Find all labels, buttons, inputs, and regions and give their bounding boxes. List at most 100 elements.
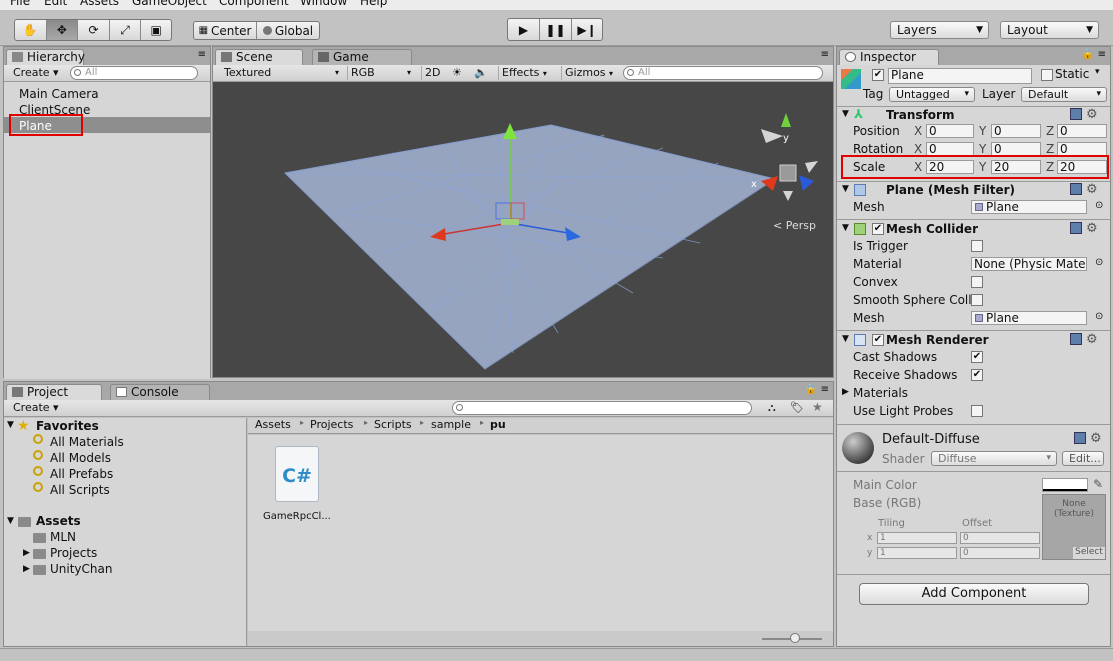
help-book-icon[interactable] bbox=[1070, 222, 1082, 234]
pause-button-icon[interactable]: ❚❚ bbox=[540, 19, 572, 40]
favorite-all-models[interactable]: All Models bbox=[50, 451, 111, 465]
gear-icon[interactable]: ⚙ bbox=[1086, 332, 1098, 347]
expand-arrow-icon[interactable]: ▼ bbox=[7, 420, 14, 430]
scene-viewport[interactable]: y x < Persp bbox=[213, 83, 833, 377]
tiling-x-field[interactable]: 1 bbox=[877, 532, 957, 544]
pivot-center-button[interactable]: ▦ Center bbox=[194, 22, 257, 39]
mesh-renderer-enabled-checkbox[interactable]: ✔ bbox=[872, 334, 884, 346]
static-dropdown-icon[interactable]: ▾ bbox=[1095, 67, 1100, 77]
play-button-icon[interactable]: ▶ bbox=[508, 19, 540, 40]
shader-dropdown[interactable]: Diffuse ▾ bbox=[931, 451, 1057, 466]
menu-help[interactable]: Help bbox=[360, 0, 387, 8]
rotation-z-field[interactable]: 0 bbox=[1057, 142, 1107, 156]
tag-dropdown[interactable]: Untagged ▾ bbox=[889, 87, 975, 102]
object-name-field[interactable]: Plane bbox=[888, 68, 1032, 84]
shader-edit-button[interactable]: Edit... bbox=[1062, 451, 1104, 466]
render-mode-dropdown[interactable]: RGB ▾ bbox=[347, 66, 413, 80]
menu-window[interactable]: Window bbox=[300, 0, 347, 8]
layer-dropdown[interactable]: Default ▾ bbox=[1021, 87, 1107, 102]
lighting-toggle-icon[interactable]: ☀ bbox=[449, 66, 467, 80]
layout-dropdown[interactable]: Layout ▼ bbox=[1000, 21, 1099, 39]
project-search-input[interactable] bbox=[452, 401, 752, 415]
breadcrumb-sample[interactable]: sample bbox=[431, 418, 471, 431]
lock-icon[interactable]: 🔒 bbox=[1082, 49, 1094, 60]
tab-hierarchy[interactable]: Hierarchy bbox=[6, 49, 85, 65]
rotation-y-field[interactable]: 0 bbox=[991, 142, 1041, 156]
expand-arrow-icon[interactable]: ▼ bbox=[7, 516, 14, 526]
project-create-button[interactable]: Create ▾ bbox=[10, 401, 62, 415]
filter-label-icon[interactable]: 🏷 bbox=[790, 401, 804, 414]
menu-gameobject[interactable]: GameObject bbox=[132, 0, 207, 8]
gizmos-dropdown[interactable]: Gizmos ▾ bbox=[561, 66, 615, 80]
icon-size-slider-thumb[interactable] bbox=[790, 633, 800, 643]
collapse-arrow-icon[interactable]: ▼ bbox=[842, 334, 849, 344]
offset-x-field[interactable]: 0 bbox=[960, 532, 1040, 544]
assets-root[interactable]: Assets bbox=[36, 514, 81, 528]
help-book-icon[interactable] bbox=[1070, 108, 1082, 120]
layers-dropdown[interactable]: Layers ▼ bbox=[890, 21, 989, 39]
receive-shadows-checkbox[interactable]: ✔ bbox=[971, 369, 983, 381]
gizmo-neg-y-cone-icon[interactable] bbox=[783, 191, 793, 201]
favorite-all-materials[interactable]: All Materials bbox=[50, 435, 124, 449]
breadcrumb-projects[interactable]: Projects bbox=[310, 418, 353, 431]
panel-menu-icon[interactable]: ≡ bbox=[198, 49, 206, 60]
menu-file[interactable]: File bbox=[10, 0, 30, 8]
collapse-arrow-icon[interactable]: ▼ bbox=[842, 223, 849, 233]
csharp-script-icon[interactable]: C# bbox=[275, 446, 319, 502]
hierarchy-create-button[interactable]: Create ▾ bbox=[10, 66, 60, 80]
rotate-tool-icon[interactable]: ⟳ bbox=[78, 20, 110, 40]
position-z-field[interactable]: 0 bbox=[1057, 124, 1107, 138]
move-tool-icon[interactable]: ✥ bbox=[46, 20, 79, 40]
breadcrumb-assets[interactable]: Assets bbox=[255, 418, 291, 431]
panel-menu-icon[interactable]: ≡ bbox=[821, 384, 829, 395]
gear-icon[interactable]: ⚙ bbox=[1090, 431, 1102, 446]
favorite-star-icon[interactable]: ★ bbox=[812, 400, 823, 414]
plane-handle-xz[interactable] bbox=[501, 219, 519, 225]
rotation-x-field[interactable]: 0 bbox=[926, 142, 974, 156]
is-trigger-checkbox[interactable] bbox=[971, 240, 983, 252]
shading-mode-dropdown[interactable]: Textured ▾ bbox=[221, 66, 341, 80]
gizmo-z-cone-icon[interactable] bbox=[799, 175, 814, 191]
favorite-all-prefabs[interactable]: All Prefabs bbox=[50, 467, 113, 481]
convex-checkbox[interactable] bbox=[971, 276, 983, 288]
breadcrumb-pu[interactable]: pu bbox=[490, 418, 506, 431]
offset-y-field[interactable]: 0 bbox=[960, 547, 1040, 559]
help-book-icon[interactable] bbox=[1070, 333, 1082, 345]
main-color-swatch[interactable] bbox=[1042, 478, 1088, 492]
light-probes-checkbox[interactable] bbox=[971, 405, 983, 417]
object-picker-icon[interactable]: ⊙ bbox=[1095, 257, 1103, 268]
tiling-y-field[interactable]: 1 bbox=[877, 547, 957, 559]
gizmo-cone-icon[interactable] bbox=[761, 129, 783, 143]
mesh-collider-enabled-checkbox[interactable]: ✔ bbox=[872, 223, 884, 235]
help-book-icon[interactable] bbox=[1074, 432, 1086, 444]
collider-material-field[interactable]: None (Physic Materi bbox=[971, 257, 1087, 271]
scale-tool-icon[interactable]: ⤢ bbox=[110, 20, 142, 40]
folder-projects[interactable]: Projects bbox=[50, 546, 97, 560]
filter-type-icon[interactable]: ⛬ bbox=[768, 401, 776, 415]
effects-dropdown[interactable]: Effects ▾ bbox=[498, 66, 553, 80]
expand-arrow-icon[interactable]: ▶ bbox=[842, 387, 849, 397]
help-book-icon[interactable] bbox=[1070, 183, 1082, 195]
lock-icon[interactable]: 🔒 bbox=[805, 384, 817, 395]
tab-project[interactable]: Project bbox=[6, 384, 102, 400]
eyedropper-icon[interactable]: ✎ bbox=[1093, 477, 1103, 491]
smooth-sphere-checkbox[interactable] bbox=[971, 294, 983, 306]
materials-label[interactable]: Materials bbox=[853, 386, 908, 400]
mesh-renderer-header[interactable]: ▼ ✔ Mesh Renderer ⚙ bbox=[841, 332, 1106, 351]
expand-arrow-icon[interactable]: ▶ bbox=[23, 548, 30, 558]
file-name-gamerpccl[interactable]: GameRpcCl... bbox=[263, 511, 331, 522]
menu-assets[interactable]: Assets bbox=[80, 0, 119, 8]
gear-icon[interactable]: ⚙ bbox=[1086, 221, 1098, 236]
texture-select-button[interactable]: Select bbox=[1073, 547, 1105, 559]
collapse-arrow-icon[interactable]: ▼ bbox=[842, 184, 849, 194]
panel-menu-icon[interactable]: ≡ bbox=[1098, 49, 1106, 60]
space-global-button[interactable]: Global bbox=[257, 22, 319, 39]
object-picker-icon[interactable]: ⊙ bbox=[1095, 311, 1103, 322]
add-component-button[interactable]: Add Component bbox=[859, 583, 1089, 605]
favorites-header[interactable]: Favorites bbox=[36, 419, 99, 433]
gear-icon[interactable]: ⚙ bbox=[1086, 107, 1098, 122]
gizmo-y-cone-icon[interactable] bbox=[781, 113, 791, 127]
tab-scene[interactable]: Scene bbox=[215, 49, 303, 65]
y-axis-arrow-icon[interactable] bbox=[503, 123, 517, 139]
mesh-filter-header[interactable]: ▼ Plane (Mesh Filter) ⚙ bbox=[841, 182, 1106, 201]
